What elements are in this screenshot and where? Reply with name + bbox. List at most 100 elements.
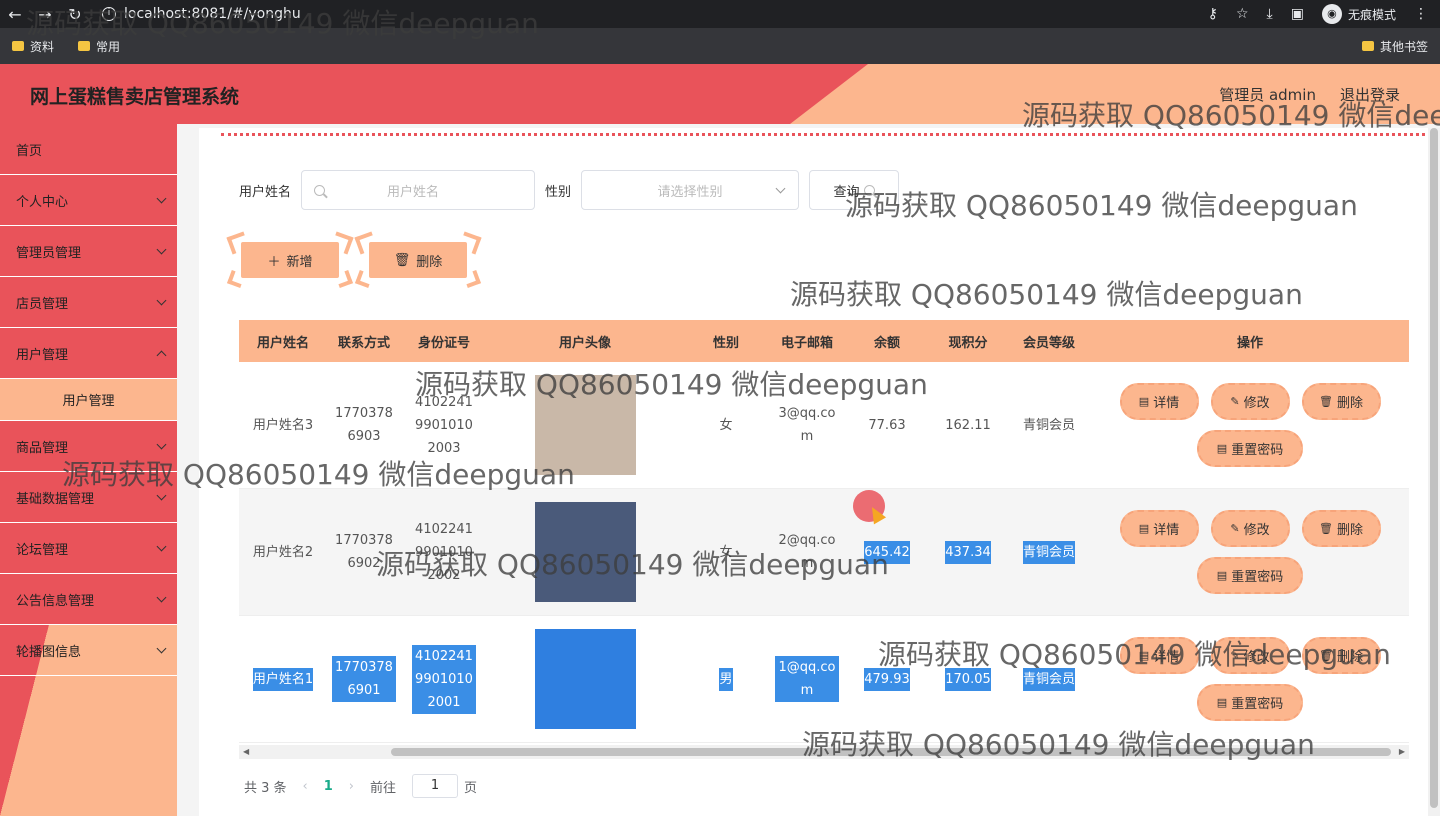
cell-text: 17703786903	[335, 406, 393, 444]
user-avatar	[534, 502, 636, 602]
folder-icon	[1361, 41, 1374, 51]
table-cell: 青铜会员	[1007, 414, 1091, 437]
sidebar-item-carousel[interactable]: 轮播图信息	[0, 625, 177, 676]
scroll-left-icon[interactable]: ◀	[243, 747, 249, 756]
reset-password-button[interactable]: ▤ 重置密码	[1197, 557, 1303, 594]
sidebar-item-admin[interactable]: 管理员管理	[0, 226, 177, 277]
cell-text: 437.34	[945, 540, 991, 564]
table-cell: 410224199010102003	[401, 391, 487, 460]
delete-label: 删除	[1336, 650, 1363, 665]
table-cell: 162.11	[929, 414, 1007, 437]
detail-button[interactable]: ▤ 详情	[1119, 637, 1199, 674]
table-cell: 170.05	[929, 667, 1007, 691]
download-icon[interactable]: ⤓	[1267, 6, 1273, 22]
sidebar-item-profile[interactable]: 个人中心	[0, 175, 177, 226]
bookmark-item[interactable]: 资料	[12, 38, 54, 55]
user-table: 用户姓名 联系方式 身份证号 用户头像 性别 电子邮箱 余额 现积分 会员等级 …	[239, 320, 1409, 745]
table-cell: 3@qq.com	[769, 402, 845, 448]
edit-button[interactable]: ✎ 修改	[1210, 383, 1290, 420]
pagination: 共 3 条 ‹ 1 › 前往 1 页	[244, 774, 477, 798]
vertical-scrollbar[interactable]	[1428, 128, 1440, 816]
sidebar-item-products[interactable]: 商品管理	[0, 421, 177, 472]
delete-button[interactable]: 🗑 删除	[1301, 383, 1381, 420]
detail-button[interactable]: ▤ 详情	[1119, 383, 1199, 420]
gender-select[interactable]: 请选择性别	[581, 170, 800, 210]
batch-delete-button[interactable]: 🗑 删除	[355, 242, 481, 288]
prev-page-icon[interactable]: ‹	[303, 779, 308, 794]
sidebar-subitem-user-management[interactable]: 用户管理	[0, 379, 177, 421]
horizontal-scrollbar[interactable]: ◀ ▶	[239, 745, 1409, 759]
reset-label: 重置密码	[1231, 570, 1284, 585]
table-cell: 410224199010102002	[401, 518, 487, 587]
edit-button[interactable]: ✎ 修改	[1210, 637, 1290, 674]
forward-icon[interactable]: →	[30, 5, 60, 24]
gender-label: 性别	[545, 184, 572, 200]
reset-password-button[interactable]: ▤ 重置密码	[1197, 430, 1303, 467]
reload-icon[interactable]: ↻	[60, 5, 90, 24]
scrollbar-thumb[interactable]	[1430, 128, 1438, 808]
reset-label: 重置密码	[1231, 443, 1284, 458]
main-content: 用户姓名 用户姓名 性别 请选择性别 查询 ＋ 新增 🗑 删除 用户姓名 联系方…	[177, 124, 1440, 816]
cell-text: 410224199010102002	[415, 521, 473, 583]
delete-button[interactable]: 🗑 删除	[1301, 510, 1381, 547]
user-avatar	[534, 375, 636, 475]
column-header: 用户头像	[558, 335, 611, 351]
sidebar-item-notices[interactable]: 公告信息管理	[0, 574, 177, 625]
delete-label: 删除	[416, 254, 443, 270]
add-button[interactable]: ＋ 新增	[227, 242, 353, 288]
detail-button[interactable]: ▤ 详情	[1119, 510, 1199, 547]
key-icon[interactable]: ⚷	[1208, 6, 1218, 22]
edit-button[interactable]: ✎ 修改	[1210, 510, 1290, 547]
document-icon: ▤	[1216, 569, 1228, 582]
goto-page-input[interactable]: 1	[412, 774, 459, 798]
table-cell: ▤ 详情 ✎ 修改 🗑 删除 ▤ 重置密码	[1091, 383, 1409, 467]
app-header: 网上蛋糕售卖店管理系统 管理员 admin 退出登录	[0, 64, 1440, 124]
menu-icon[interactable]: ⋮	[1414, 6, 1428, 22]
chevron-down-icon	[156, 541, 167, 552]
cell-text: 17703786901	[332, 656, 396, 702]
sidebar-item-staff[interactable]: 店员管理	[0, 277, 177, 328]
bookmark-bar: 资料 常用 其他书签	[0, 28, 1440, 64]
plus-icon: ＋	[267, 254, 281, 270]
next-page-icon[interactable]: ›	[349, 779, 354, 794]
reset-password-button[interactable]: ▤ 重置密码	[1197, 684, 1303, 721]
sidebar-item-users[interactable]: 用户管理	[0, 328, 177, 379]
address-bar[interactable]: i localhost:8081/#/yonghu	[102, 6, 301, 22]
cell-text: 用户姓名3	[252, 417, 314, 433]
sidepanel-icon[interactable]: ▣	[1291, 6, 1304, 22]
site-info-icon[interactable]: i	[102, 7, 116, 21]
incognito-indicator[interactable]: ◉ 无痕模式	[1321, 4, 1396, 24]
chevron-down-icon	[156, 643, 167, 654]
sidebar-item-label: 轮播图信息	[16, 644, 82, 660]
scrollbar-thumb[interactable]	[391, 748, 1391, 756]
star-icon[interactable]: ☆	[1236, 6, 1249, 22]
scroll-right-icon[interactable]: ▶	[1399, 747, 1405, 756]
delete-button[interactable]: 🗑 删除	[1301, 637, 1381, 674]
chevron-down-icon	[156, 592, 167, 603]
name-placeholder: 用户姓名	[387, 184, 440, 200]
sidebar-item-home[interactable]: 首页	[0, 124, 177, 175]
query-button[interactable]: 查询	[809, 170, 900, 210]
sidebar-item-forum[interactable]: 论坛管理	[0, 523, 177, 574]
logout-link[interactable]: 退出登录	[1340, 84, 1400, 105]
back-icon[interactable]: ←	[0, 5, 30, 24]
sidebar-item-label: 商品管理	[16, 440, 69, 456]
document-icon: ▤	[1216, 696, 1228, 709]
edit-icon: ✎	[1230, 649, 1240, 662]
sidebar-item-label: 论坛管理	[16, 542, 69, 558]
sidebar-item-basic-data[interactable]: 基础数据管理	[0, 472, 177, 523]
edit-label: 修改	[1243, 523, 1270, 538]
cell-text: 女	[719, 417, 733, 433]
user-avatar	[534, 629, 636, 729]
page-number[interactable]: 1	[324, 779, 333, 794]
sidebar-item-label: 个人中心	[16, 194, 69, 210]
cell-text: 青铜会员	[1022, 540, 1075, 564]
bookmark-item[interactable]: 常用	[78, 38, 120, 55]
row-actions: ▤ 详情 ✎ 修改 🗑 删除 ▤ 重置密码	[1115, 637, 1385, 721]
table-cell	[487, 375, 683, 475]
incognito-label: 无痕模式	[1347, 7, 1396, 22]
document-icon: ▤	[1138, 522, 1150, 535]
name-search-input[interactable]: 用户姓名	[301, 170, 536, 210]
other-bookmarks[interactable]: 其他书签	[1361, 38, 1428, 55]
url-text: localhost:8081/#/yonghu	[124, 6, 301, 22]
